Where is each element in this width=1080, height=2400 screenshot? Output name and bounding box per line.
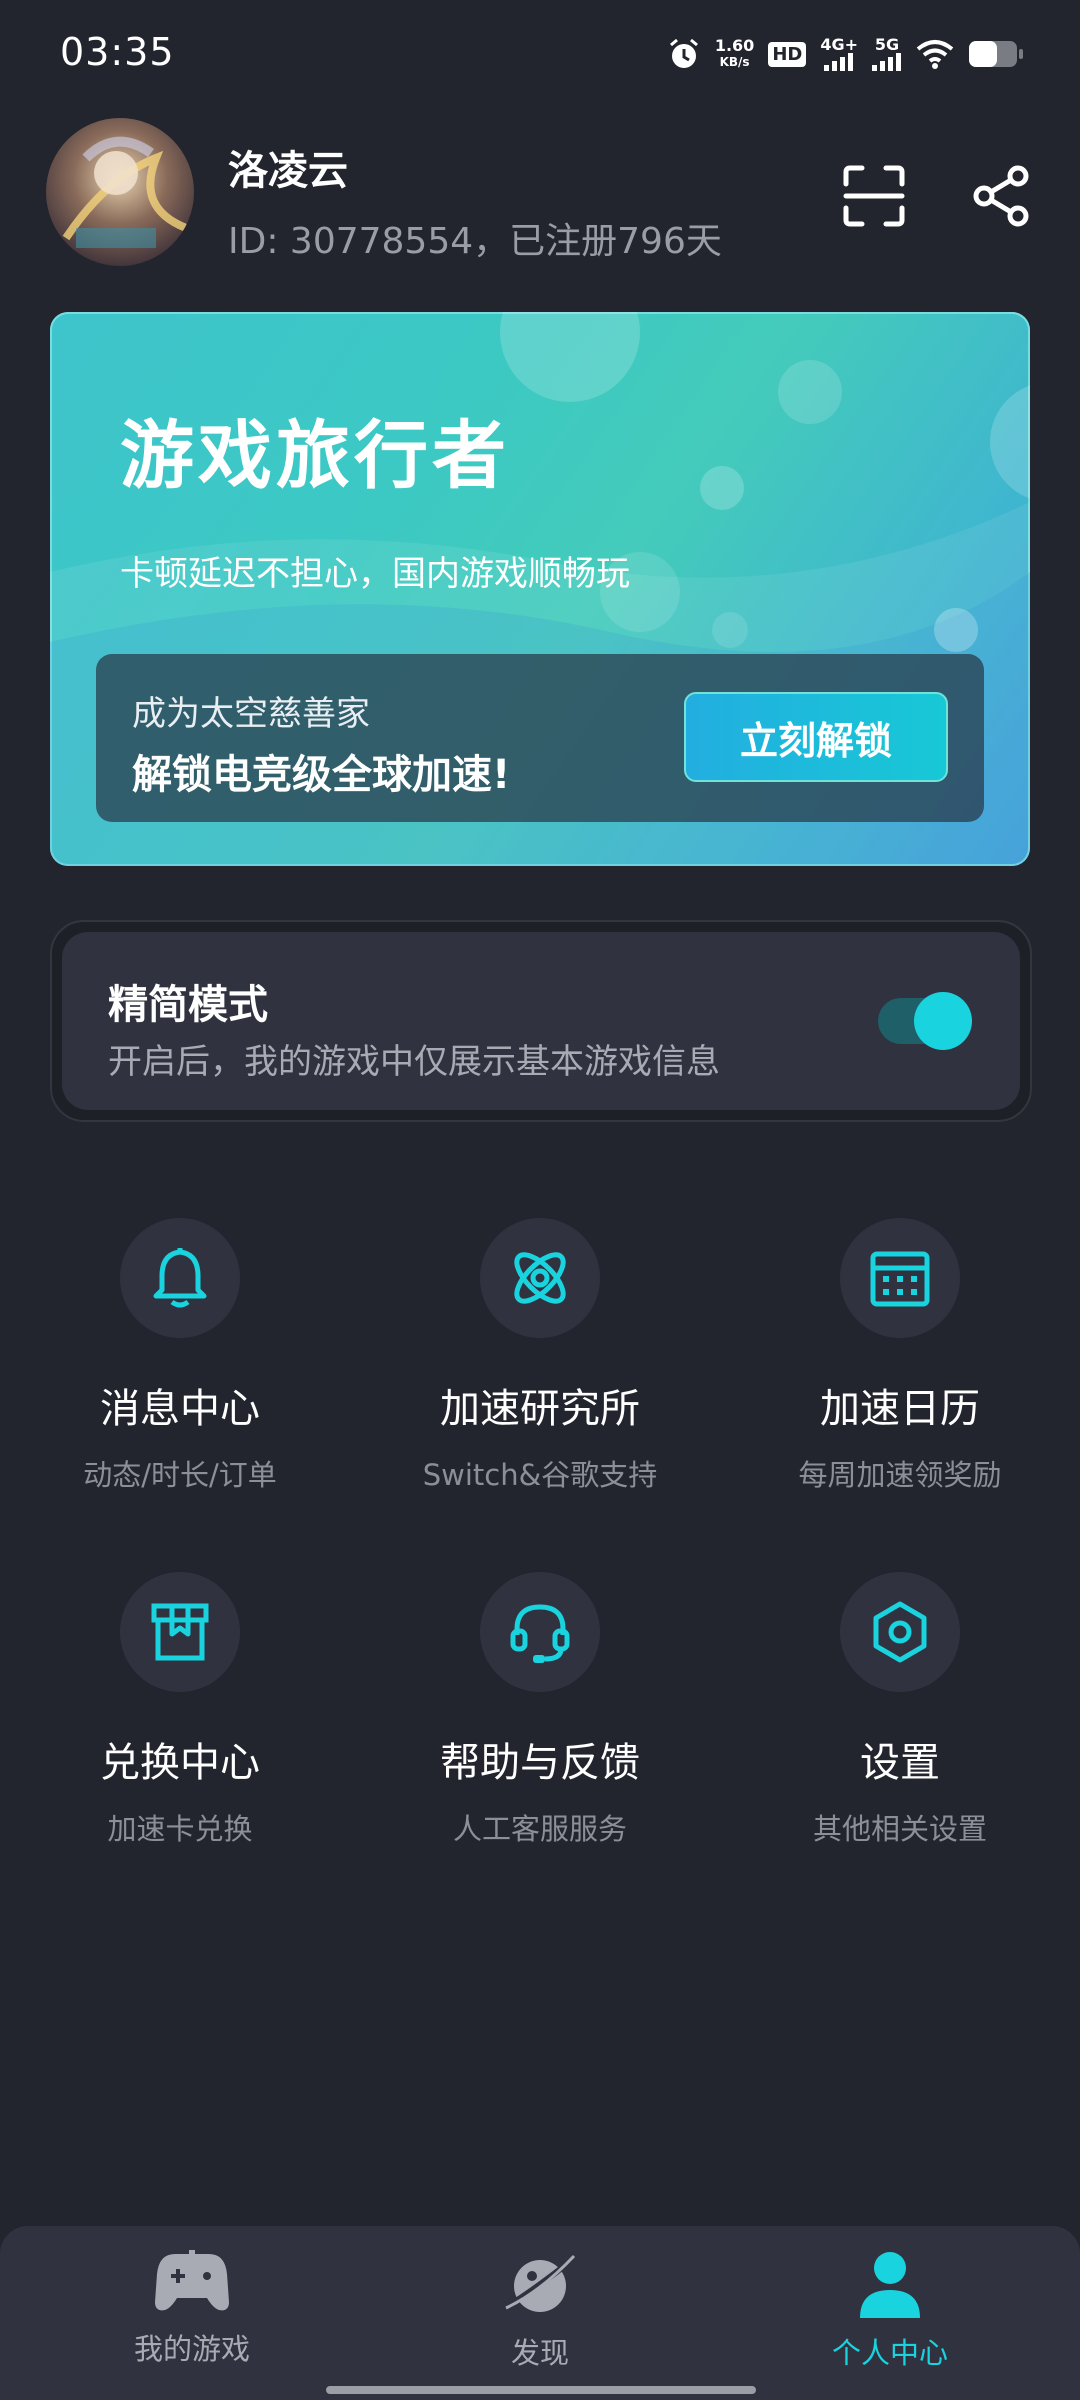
menu-subtitle: 其他相关设置: [812, 1812, 987, 1846]
user-id: ID: 30778554，已注册796天: [228, 221, 722, 262]
nav-label: 我的游戏: [133, 2332, 250, 2366]
avatar-image: [46, 118, 194, 266]
atom-icon: [514, 1252, 566, 1304]
share-button[interactable]: [962, 156, 1042, 236]
signal-bars-icon: [872, 53, 901, 71]
signal-5g: 5G: [872, 37, 902, 71]
menu-accel-calendar[interactable]: 加速日历 每周加速领奖励: [720, 1218, 1080, 1492]
signal-4g-label: 4G+: [820, 35, 858, 54]
menu-title: 设置: [860, 1740, 940, 1786]
gamepad-icon: [155, 2250, 229, 2311]
menu-settings[interactable]: 设置 其他相关设置: [720, 1572, 1080, 1846]
menu-subtitle: Switch&谷歌支持: [422, 1458, 658, 1492]
home-indicator[interactable]: [326, 2386, 756, 2394]
menu-title: 兑换中心: [100, 1740, 260, 1786]
vip-description: 卡顿延迟不担心，国内游戏顺畅玩: [120, 554, 630, 594]
redeem-icon-circle: [120, 1572, 240, 1692]
vip-title: 游戏旅行者: [120, 413, 510, 499]
vip-promo-line2: 解锁电竞级全球加速!: [132, 752, 511, 798]
nav-discover[interactable]: 发现: [390, 2250, 690, 2372]
wifi-icon: [916, 40, 954, 69]
planet-icon: [505, 2254, 576, 2312]
calendar-icon-circle: [840, 1218, 960, 1338]
message-icon-circle: [120, 1218, 240, 1338]
hd-badge: HD: [768, 41, 807, 67]
share-icon: [973, 165, 1029, 227]
nav-label: 发现: [510, 2336, 569, 2370]
signal-5g-label: 5G: [874, 35, 900, 54]
avatar[interactable]: [46, 118, 194, 266]
nav-my-games[interactable]: 我的游戏: [42, 2250, 342, 2368]
menu-title: 消息中心: [100, 1386, 260, 1432]
status-time: 03:35: [60, 30, 175, 74]
menu-help-feedback[interactable]: 帮助与反馈 人工客服服务: [360, 1572, 720, 1846]
toggle-knob: [914, 992, 972, 1050]
nav-label: 个人中心: [831, 2336, 948, 2370]
menu-subtitle: 动态/时长/订单: [83, 1458, 277, 1492]
menu-title: 帮助与反馈: [440, 1740, 640, 1786]
scan-icon: [843, 165, 905, 227]
menu-accel-lab[interactable]: 加速研究所 Switch&谷歌支持: [360, 1218, 720, 1492]
simple-mode-description: 开启后，我的游戏中仅展示基本游戏信息: [108, 1042, 720, 1082]
net-speed-unit: KB/s: [719, 55, 750, 69]
menu-title: 加速研究所: [440, 1386, 640, 1432]
menu-message-center[interactable]: 消息中心 动态/时长/订单: [0, 1218, 360, 1492]
person-icon: [860, 2252, 920, 2318]
headset-icon: [510, 1604, 570, 1663]
simple-mode-title: 精简模式: [108, 982, 268, 1028]
scan-button[interactable]: [834, 156, 914, 236]
username: 洛凌云: [228, 148, 348, 194]
unlock-button[interactable]: 立刻解锁: [684, 692, 948, 782]
settings-icon-circle: [840, 1572, 960, 1692]
menu-subtitle: 每周加速领奖励: [798, 1458, 1002, 1492]
bell-icon: [153, 1248, 207, 1308]
status-icons: 1.60 KB/s HD 4G+ 5G: [667, 30, 1024, 78]
help-icon-circle: [480, 1572, 600, 1692]
signal-4g: 4G+: [820, 37, 858, 71]
nav-profile[interactable]: 个人中心: [740, 2250, 1040, 2372]
net-speed: 1.60 KB/s: [715, 38, 754, 70]
battery-icon: [969, 41, 1023, 67]
menu-subtitle: 人工客服服务: [452, 1812, 627, 1846]
menu-subtitle: 加速卡兑换: [107, 1812, 253, 1846]
settings-hex-icon: [873, 1601, 927, 1663]
menu-redeem-center[interactable]: 兑换中心 加速卡兑换: [0, 1572, 360, 1846]
simple-mode-toggle[interactable]: [878, 992, 974, 1050]
gift-box-icon: [151, 1603, 209, 1661]
vip-promo-line1: 成为太空慈善家: [132, 694, 370, 734]
net-speed-value: 1.60: [714, 36, 755, 55]
lab-icon-circle: [480, 1218, 600, 1338]
calendar-icon: [870, 1251, 930, 1307]
alarm-icon: [669, 38, 698, 68]
signal-bars-icon: [824, 53, 854, 71]
menu-title: 加速日历: [820, 1386, 980, 1432]
